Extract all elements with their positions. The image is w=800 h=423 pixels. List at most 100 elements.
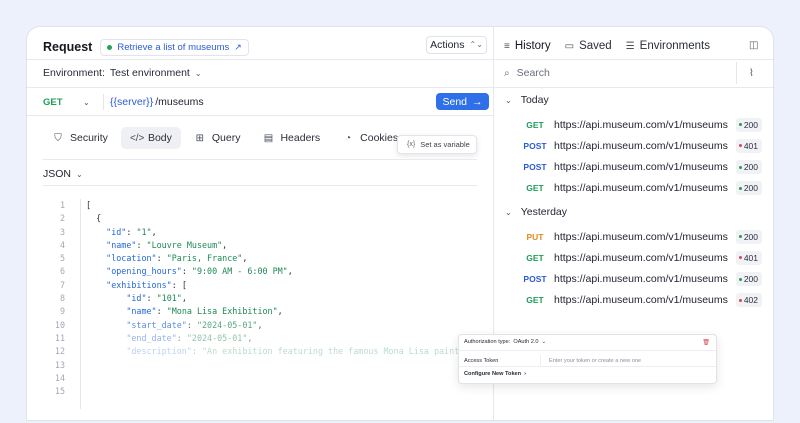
configure-token-button[interactable]: Configure New Token › bbox=[464, 371, 526, 377]
status-code: 200 bbox=[743, 162, 758, 173]
history-item[interactable]: POST https://api.museum.com/v1/museums 200 bbox=[517, 271, 762, 288]
chevron-down-icon[interactable]: ⌄ bbox=[83, 98, 103, 107]
divider bbox=[27, 87, 493, 88]
environment-selector[interactable]: Environment: Test environment ⌄ bbox=[43, 67, 202, 79]
tab-label: Environments bbox=[639, 40, 710, 52]
status-badge: 401 bbox=[735, 138, 762, 153]
body-format-label: JSON bbox=[43, 168, 72, 180]
history-url: https://api.museum.com/v1/museums/12 bbox=[554, 294, 728, 307]
request-title: Request bbox=[43, 40, 93, 54]
status-dot-icon bbox=[738, 144, 742, 148]
code-line: "name": "Mona Lisa Exhibition", bbox=[126, 306, 283, 317]
line-number: 2 bbox=[59, 213, 65, 224]
history-item[interactable]: GET https://api.museum.com/v1/museums 401 bbox=[517, 249, 762, 266]
query-icon: ⊞ bbox=[195, 132, 205, 144]
status-badge: 200 bbox=[735, 160, 762, 175]
history-url: https://api.museum.com/v1/museums/12 bbox=[554, 182, 728, 195]
set-variable-tooltip[interactable]: {x} Set as variable bbox=[397, 135, 477, 154]
history-method: POST bbox=[523, 274, 547, 285]
divider bbox=[27, 115, 493, 116]
history-url: https://api.museum.com/v1/museums bbox=[554, 251, 728, 264]
status-dot-icon bbox=[738, 186, 742, 190]
shield-icon: ⛉ bbox=[54, 132, 62, 144]
divider bbox=[103, 94, 104, 110]
tab-query[interactable]: ⊞ Query bbox=[185, 127, 250, 149]
search-icon: ⌕ bbox=[504, 67, 510, 79]
status-code: 200 bbox=[743, 119, 758, 130]
list-icon: ≡ bbox=[504, 40, 510, 52]
line-number: 12 bbox=[54, 346, 65, 357]
arrow-right-icon: → bbox=[472, 95, 483, 108]
access-token-input[interactable]: Enter your token or create a new one bbox=[549, 358, 641, 364]
group-label: Yesterday bbox=[520, 206, 568, 218]
status-code: 200 bbox=[743, 274, 758, 285]
tab-security[interactable]: ⛉ Security bbox=[43, 127, 117, 149]
auth-type-label: Authorization type: bbox=[464, 339, 511, 345]
chevron-updown-icon: ⌃⌄ bbox=[469, 40, 483, 49]
tab-label: Body bbox=[147, 132, 172, 144]
actions-button[interactable]: Actions ⌃⌄ bbox=[426, 36, 487, 54]
auth-type-selector[interactable]: Authorization type: OAuth 2.0 ⌄ bbox=[464, 339, 546, 345]
body-format-selector[interactable]: JSON ⌄ bbox=[43, 168, 83, 180]
history-item[interactable]: GET https://api.museum.com/v1/museums/12 4… bbox=[517, 292, 762, 309]
status-dot-icon bbox=[107, 44, 113, 50]
history-search[interactable]: ⌕ Search bbox=[504, 67, 550, 79]
cookie-icon: ◔ bbox=[345, 132, 352, 144]
status-dot-icon bbox=[738, 235, 742, 238]
line-number: 8 bbox=[59, 293, 65, 304]
url-input[interactable]: /museums bbox=[155, 96, 203, 108]
trash-icon[interactable]: 🗑 bbox=[702, 339, 710, 346]
history-item[interactable]: POST https://api.museum.com/v1/museums/12… bbox=[517, 159, 762, 176]
code-line: "opening_hours": "9:00 AM - 6:00 PM", bbox=[106, 266, 293, 277]
request-tabs: ⛉ Security </> Body ⊞ Query ▤ Headers ◔ … bbox=[43, 127, 411, 149]
chevron-down-icon: ⌄ bbox=[194, 68, 202, 78]
clear-history-icon[interactable]: ⌇ bbox=[749, 68, 754, 79]
chevron-down-icon: ⌄ bbox=[541, 339, 547, 345]
tab-label: Security bbox=[70, 132, 108, 144]
history-item[interactable]: GET https://api.museum.com/v1/museums/12 2… bbox=[517, 180, 762, 197]
status-code: 401 bbox=[743, 140, 758, 151]
status-badge: 200 bbox=[735, 181, 762, 196]
status-dot-icon bbox=[738, 277, 742, 281]
divider bbox=[459, 366, 716, 367]
divider bbox=[494, 59, 773, 60]
history-method: GET bbox=[526, 119, 544, 130]
tab-headers[interactable]: ▤ Headers bbox=[253, 127, 329, 149]
divider bbox=[459, 350, 716, 351]
group-label: Today bbox=[520, 94, 549, 106]
code-icon: </> bbox=[129, 132, 145, 144]
auth-type-value: OAuth 2.0 bbox=[513, 339, 539, 345]
panel-toggle-icon[interactable]: ◫ bbox=[749, 40, 758, 51]
tab-environments[interactable]: ☰ Environments bbox=[626, 40, 710, 52]
variable-icon: {x} bbox=[407, 141, 416, 148]
line-number: 14 bbox=[54, 372, 65, 383]
history-group-yesterday[interactable]: ⌄ Yesterday bbox=[505, 206, 567, 218]
history-method: PUT bbox=[526, 231, 544, 242]
code-editor[interactable]: 1 2 3 4 5 6 7 8 9 10 11 12 13 14 15 [ { … bbox=[43, 199, 484, 409]
line-number: 6 bbox=[59, 266, 65, 277]
status-badge: 200 bbox=[735, 117, 762, 132]
status-dot-icon bbox=[738, 256, 742, 260]
url-variable[interactable]: {{server}} bbox=[110, 96, 153, 108]
code-line: "location": "Paris, France", bbox=[106, 253, 248, 264]
history-tabs: ≡ History ▭ Saved ☰ Environments bbox=[504, 37, 710, 55]
history-group-today[interactable]: ⌄ Today bbox=[505, 94, 549, 106]
tab-saved[interactable]: ▭ Saved bbox=[565, 40, 612, 52]
stack-icon: ☰ bbox=[625, 40, 635, 52]
tab-body[interactable]: </> Body bbox=[120, 127, 181, 149]
request-link-chip[interactable]: Retrieve a list of museums ↗ bbox=[100, 38, 249, 56]
history-item[interactable]: PUT https://api.museum.com/v1/museums 200 bbox=[517, 228, 762, 245]
environment-value: Test environment bbox=[109, 67, 190, 79]
url-bar: GET ⌄ {{server}} /museums Send → bbox=[43, 93, 489, 111]
tab-history[interactable]: ≡ History bbox=[504, 40, 551, 52]
search-input[interactable]: Search bbox=[517, 67, 550, 79]
code-line: "start_date": "2024-05-01", bbox=[126, 319, 263, 330]
history-url: https://api.museum.com/v1/museums/12 bbox=[554, 161, 728, 174]
history-item[interactable]: GET https://api.museum.com/v1/museums 200 bbox=[517, 116, 762, 133]
folder-icon: ▭ bbox=[564, 40, 575, 52]
method-selector[interactable]: GET bbox=[43, 97, 83, 108]
headers-icon: ▤ bbox=[263, 132, 274, 144]
environment-label: Environment: bbox=[43, 67, 105, 79]
history-item[interactable]: POST https://api.museum.com/v1/museums 401 bbox=[517, 137, 762, 154]
send-button[interactable]: Send → bbox=[436, 93, 489, 110]
